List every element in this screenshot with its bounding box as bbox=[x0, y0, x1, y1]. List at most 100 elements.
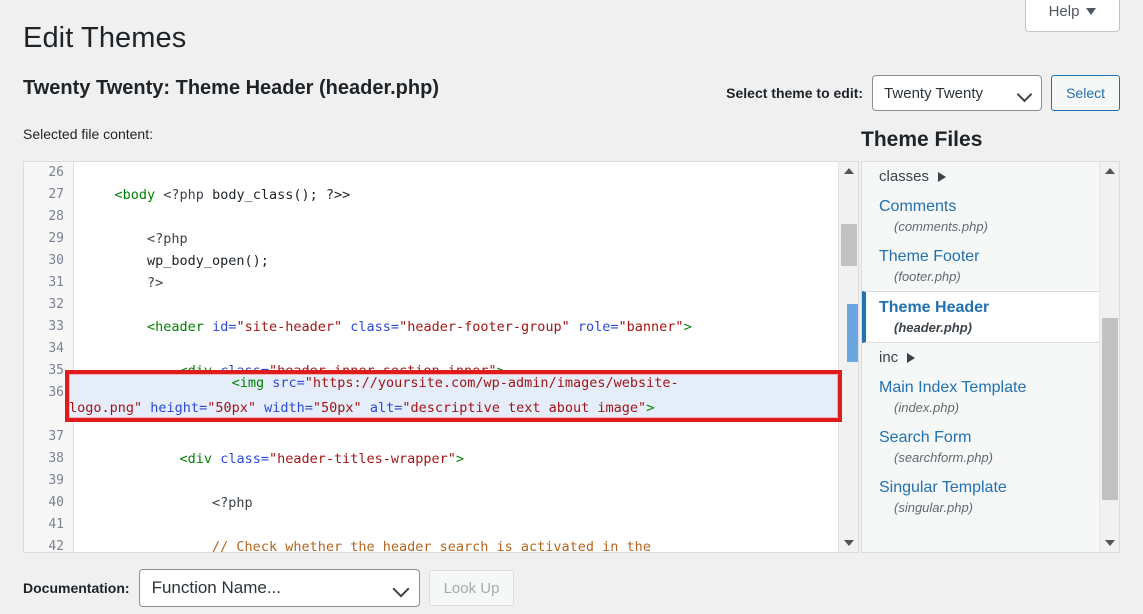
code-token bbox=[82, 495, 212, 511]
file-row-index.php[interactable]: Main Index Template(index.php) bbox=[862, 372, 1099, 422]
file-row-footer.php[interactable]: Theme Footer(footer.php) bbox=[862, 241, 1099, 291]
code-token: <?php bbox=[212, 495, 253, 511]
editor-scroll-thumb[interactable] bbox=[841, 224, 857, 266]
documentation-function-select[interactable]: Function Name... bbox=[139, 569, 420, 607]
code-token: <div bbox=[180, 363, 213, 379]
code-line bbox=[75, 426, 837, 448]
page-title: Edit Themes bbox=[23, 22, 186, 55]
line-number: 26 bbox=[24, 162, 73, 184]
documentation-bar: Documentation: Function Name... Look Up bbox=[23, 569, 514, 607]
code-line bbox=[75, 338, 837, 360]
selected-file-content-label: Selected file content: bbox=[23, 126, 153, 142]
file-display-name: Theme Footer bbox=[879, 246, 1099, 267]
triangle-up-icon bbox=[1105, 168, 1115, 174]
code-token bbox=[82, 539, 212, 552]
code-line: <body <?php body_class(); ?>> bbox=[75, 184, 837, 206]
code-line: <?php bbox=[75, 228, 837, 250]
scroll-up-arrow[interactable] bbox=[1100, 162, 1120, 180]
theme-select-value: Twenty Twenty bbox=[884, 85, 983, 102]
file-display-name: Comments bbox=[879, 196, 1099, 217]
code-token: "header-inner section-inner" bbox=[269, 363, 497, 379]
file-display-name: Singular Template bbox=[879, 477, 1099, 498]
code-token: "site-header" bbox=[236, 319, 342, 335]
files-vertical-scrollbar[interactable] bbox=[1099, 162, 1119, 552]
code-line bbox=[75, 294, 837, 316]
code-token: <header bbox=[147, 319, 204, 335]
folder-row-inc[interactable]: inc bbox=[862, 343, 1099, 372]
code-token: <?php bbox=[147, 231, 188, 247]
code-line bbox=[75, 404, 837, 426]
code-token: wp_body_open(); bbox=[82, 253, 269, 269]
line-number: 30 bbox=[24, 250, 73, 272]
file-name: (searchform.php) bbox=[879, 448, 1099, 467]
code-token bbox=[570, 319, 578, 335]
triangle-down-icon bbox=[844, 540, 854, 546]
line-number: 38 bbox=[24, 448, 73, 470]
code-token bbox=[82, 187, 115, 203]
code-token: > bbox=[684, 319, 692, 335]
code-token: body_class(); ?>> bbox=[204, 187, 350, 203]
code-token: <?php bbox=[163, 187, 204, 203]
chevron-down-icon bbox=[392, 581, 409, 598]
triangle-right-icon bbox=[907, 353, 915, 363]
scroll-down-arrow[interactable] bbox=[1100, 534, 1120, 552]
file-display-name: Search Form bbox=[879, 427, 1099, 448]
code-token bbox=[204, 319, 212, 335]
code-token: <div bbox=[180, 451, 213, 467]
look-up-button[interactable]: Look Up bbox=[429, 570, 515, 606]
scroll-up-arrow[interactable] bbox=[839, 162, 859, 180]
code-line: // Check whether the header search is ac… bbox=[75, 536, 837, 552]
code-line bbox=[75, 162, 837, 184]
theme-selector-row: Select theme to edit: Twenty Twenty Sele… bbox=[726, 75, 1120, 111]
line-number-gutter: 2627282930313233343536373839404142 bbox=[24, 162, 74, 552]
select-theme-button[interactable]: Select bbox=[1051, 75, 1120, 111]
code-token: ?> bbox=[147, 275, 163, 291]
file-row-singular.php[interactable]: Singular Template(singular.php) bbox=[862, 472, 1099, 522]
file-row-searchform.php[interactable]: Search Form(searchform.php) bbox=[862, 422, 1099, 472]
code-token: class= bbox=[350, 319, 399, 335]
current-file-title: Twenty Twenty: Theme Header (header.php) bbox=[23, 77, 439, 100]
code-line: <div class="header-titles-wrapper"> bbox=[75, 448, 837, 470]
code-line: wp_body_open(); bbox=[75, 250, 837, 272]
code-token: id= bbox=[212, 319, 236, 335]
line-number: 40 bbox=[24, 492, 73, 514]
code-editor[interactable]: 2627282930313233343536373839404142 <body… bbox=[23, 161, 859, 553]
folder-label: inc bbox=[879, 349, 898, 366]
code-token: "header-titles-wrapper" bbox=[269, 451, 456, 467]
file-display-name: Main Index Template bbox=[879, 377, 1099, 398]
code-token bbox=[82, 451, 180, 467]
code-content[interactable]: <body <?php body_class(); ?>> <?php wp_b… bbox=[75, 162, 837, 552]
triangle-right-icon bbox=[938, 172, 946, 182]
file-display-name: Theme Header bbox=[879, 297, 1099, 318]
line-number: 34 bbox=[24, 338, 73, 360]
code-token: role= bbox=[578, 319, 619, 335]
code-line: <header id="site-header" class="header-f… bbox=[75, 316, 837, 338]
line-number: 31 bbox=[24, 272, 73, 294]
code-line bbox=[75, 514, 837, 536]
line-number: 41 bbox=[24, 514, 73, 536]
code-line bbox=[75, 470, 837, 492]
theme-select-dropdown[interactable]: Twenty Twenty bbox=[872, 75, 1042, 111]
file-row-header.php[interactable]: Theme Header(header.php) bbox=[862, 291, 1099, 343]
line-number: 27 bbox=[24, 184, 73, 206]
code-token: "banner" bbox=[619, 319, 684, 335]
theme-files-panel[interactable]: classesComments(comments.php)Theme Foote… bbox=[861, 161, 1120, 553]
help-tab[interactable]: Help bbox=[1025, 0, 1120, 32]
file-name: (singular.php) bbox=[879, 498, 1099, 517]
line-number: 29 bbox=[24, 228, 73, 250]
code-token: class= bbox=[220, 363, 269, 379]
line-number: 37 bbox=[24, 426, 73, 448]
files-scroll-thumb[interactable] bbox=[1102, 318, 1118, 500]
file-name: (comments.php) bbox=[879, 217, 1099, 236]
code-line: <div class="header-inner section-inner"> bbox=[75, 360, 837, 382]
theme-files-heading: Theme Files bbox=[861, 128, 982, 152]
file-row-comments.php[interactable]: Comments(comments.php) bbox=[862, 191, 1099, 241]
folder-row-classes[interactable]: classes bbox=[862, 162, 1099, 191]
code-token: > bbox=[456, 451, 464, 467]
help-tab-label: Help bbox=[1049, 3, 1080, 20]
scroll-down-arrow[interactable] bbox=[839, 534, 859, 552]
folder-label: classes bbox=[879, 168, 929, 185]
code-line bbox=[75, 382, 837, 404]
code-token: class= bbox=[220, 451, 269, 467]
line-number: 32 bbox=[24, 294, 73, 316]
